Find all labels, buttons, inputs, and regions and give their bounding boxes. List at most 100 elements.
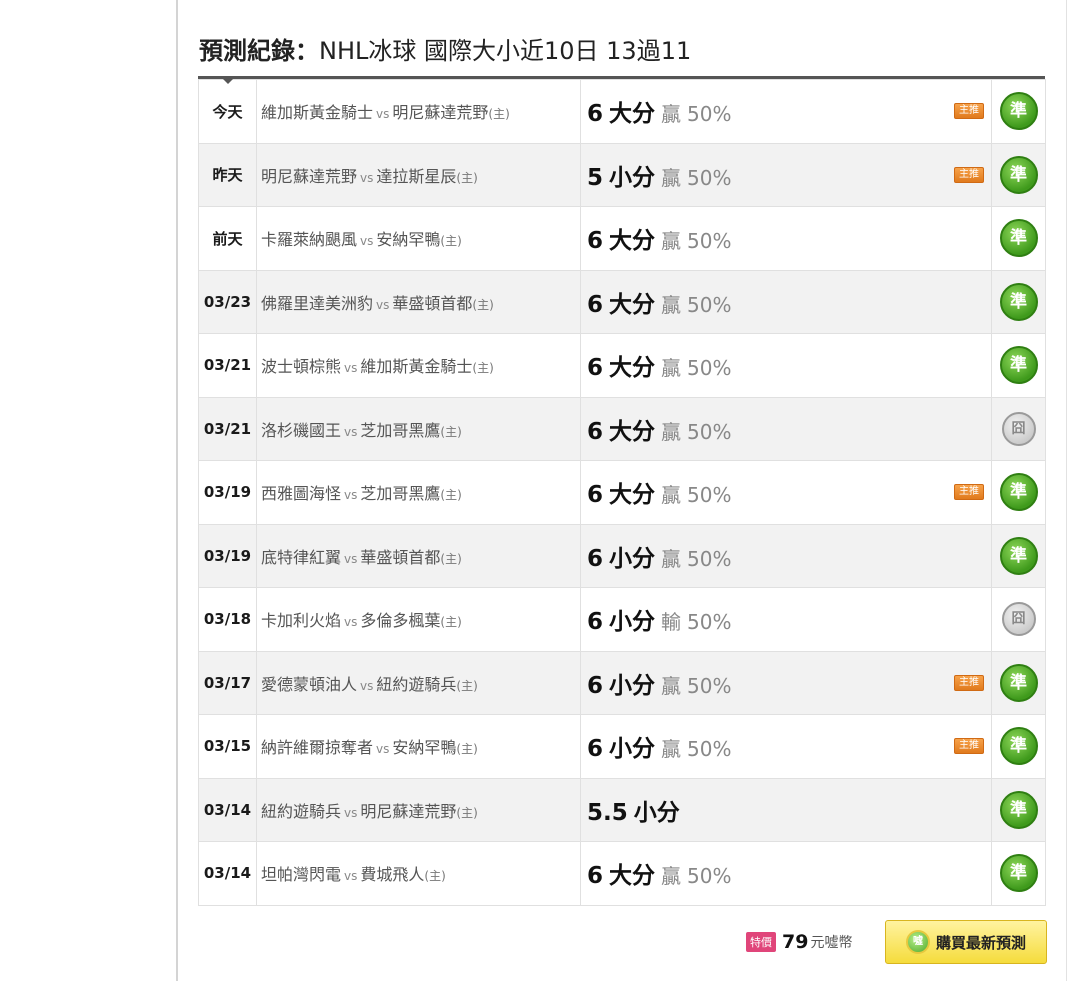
row-status: 準 — [991, 206, 1046, 271]
vs-label: vs — [344, 869, 358, 884]
title-detail: NHL冰球 國際大小近10日 13過11 — [319, 36, 692, 65]
row-pick: 6 小分贏 50% 主推 — [580, 714, 992, 779]
row-date: 前天 — [198, 206, 257, 271]
vs-label: vs — [376, 297, 390, 312]
table-row: 03/18 卡加利火焰 vs 多倫多楓葉(主) 6 小分輸 50% 囧 — [198, 587, 1046, 652]
row-pick: 6 小分輸 50% — [580, 587, 992, 652]
home-marker: (主) — [440, 424, 462, 439]
row-matchup[interactable]: 納許維爾掠奪者 vs 安納罕鴨(主) — [256, 714, 581, 779]
away-team: 紐約遊騎兵 — [261, 801, 342, 821]
pick-percent: 50% — [687, 864, 732, 889]
row-date: 03/21 — [198, 333, 257, 398]
home-marker: (主) — [440, 234, 462, 249]
row-matchup[interactable]: 佛羅里達美洲豹 vs 華盛頓首都(主) — [256, 269, 581, 334]
vs-label: vs — [376, 107, 390, 122]
table-row: 03/21 波士頓棕熊 vs 維加斯黃金騎士(主) 6 大分贏 50% 準 — [198, 333, 1046, 398]
row-status: 準 — [991, 79, 1046, 144]
table-row: 03/21 洛杉磯國王 vs 芝加哥黑鷹(主) 6 大分贏 50% 囧 — [198, 396, 1046, 461]
main-pick-badge: 主推 — [954, 103, 984, 120]
row-matchup[interactable]: 西雅圖海怪 vs 芝加哥黑鷹(主) — [256, 460, 581, 525]
away-team: 卡加利火焰 — [261, 611, 342, 631]
sale-badge: 特價 — [746, 932, 776, 952]
pick-direction: 大分 — [609, 228, 656, 255]
buy-latest-prediction-button[interactable]: 噓 購買最新預測 — [885, 920, 1047, 964]
home-team: 安納罕鴨 — [376, 230, 441, 250]
row-date: 03/18 — [198, 587, 257, 652]
row-status: 準 — [991, 650, 1046, 715]
pick-result: 輸 — [661, 610, 682, 635]
hit-icon: 準 — [999, 536, 1038, 575]
table-row: 03/23 佛羅里達美洲豹 vs 華盛頓首都(主) 6 大分贏 50% 準 — [198, 269, 1046, 334]
row-matchup[interactable]: 洛杉磯國王 vs 芝加哥黑鷹(主) — [256, 396, 581, 461]
coin-icon: 噓 — [905, 930, 930, 954]
away-team: 明尼蘇達荒野 — [261, 166, 358, 186]
pick-result: 贏 — [661, 356, 682, 381]
row-pick: 6 大分贏 50% 主推 — [580, 460, 992, 525]
home-team: 多倫多楓葉 — [360, 611, 441, 631]
vs-label: vs — [344, 361, 358, 376]
vs-label: vs — [360, 234, 374, 249]
hit-icon: 準 — [999, 663, 1038, 702]
vs-label: vs — [360, 170, 374, 185]
away-team: 卡羅萊納颶風 — [261, 230, 358, 250]
vs-label: vs — [376, 742, 390, 757]
hit-icon: 準 — [999, 155, 1038, 194]
pick-result: 贏 — [661, 229, 682, 254]
home-team: 芝加哥黑鷹 — [360, 420, 441, 440]
vs-label: vs — [344, 424, 358, 439]
pick-percent: 50% — [687, 483, 732, 508]
away-team: 愛德蒙頓油人 — [261, 674, 358, 694]
home-team: 維加斯黃金騎士 — [360, 357, 473, 377]
home-team: 明尼蘇達荒野 — [392, 103, 489, 123]
vs-label: vs — [344, 615, 358, 630]
row-matchup[interactable]: 維加斯黃金騎士 vs 明尼蘇達荒野(主) — [256, 79, 581, 144]
table-row: 今天 維加斯黃金騎士 vs 明尼蘇達荒野(主) 6 大分贏 50% 主推準 — [198, 79, 1046, 144]
row-date: 03/14 — [198, 841, 257, 906]
row-date: 昨天 — [198, 142, 257, 207]
home-marker: (主) — [472, 297, 494, 312]
price-currency: 元噓幣 — [810, 935, 853, 951]
pick-percent: 50% — [687, 610, 732, 635]
pick-line: 6 — [587, 672, 604, 699]
table-row: 03/19 底特律紅翼 vs 華盛頓首都(主) 6 小分贏 50% 準 — [198, 523, 1046, 588]
row-matchup[interactable]: 明尼蘇達荒野 vs 達拉斯星辰(主) — [256, 142, 581, 207]
row-pick: 5.5 小分 — [580, 777, 992, 842]
row-date: 03/17 — [198, 650, 257, 715]
home-marker: (主) — [424, 869, 446, 884]
pick-line: 6 — [587, 863, 604, 890]
row-matchup[interactable]: 紐約遊騎兵 vs 明尼蘇達荒野(主) — [256, 777, 581, 842]
prediction-table: 今天 維加斯黃金騎士 vs 明尼蘇達荒野(主) 6 大分贏 50% 主推準昨天 明尼蘇達荒野 vs… — [198, 79, 1046, 906]
row-pick: 6 大分贏 50% — [580, 396, 992, 461]
row-matchup[interactable]: 卡加利火焰 vs 多倫多楓葉(主) — [256, 587, 581, 652]
pick-percent: 50% — [687, 737, 732, 762]
pick-direction: 小分 — [609, 164, 656, 191]
row-matchup[interactable]: 底特律紅翼 vs 華盛頓首都(主) — [256, 523, 581, 588]
hit-icon: 準 — [999, 790, 1038, 829]
table-row: 03/19 西雅圖海怪 vs 芝加哥黑鷹(主) 6 大分贏 50% 主推準 — [198, 460, 1046, 525]
row-matchup[interactable]: 愛德蒙頓油人 vs 紐約遊騎兵(主) — [256, 650, 581, 715]
home-marker: (主) — [472, 361, 494, 376]
home-marker: (主) — [440, 488, 462, 503]
pick-line: 6 — [587, 291, 604, 318]
pick-percent: 50% — [687, 673, 732, 698]
pick-line: 6 — [587, 418, 604, 445]
row-status: 準 — [991, 523, 1046, 588]
hit-icon: 準 — [999, 854, 1038, 893]
pick-direction: 大分 — [609, 291, 656, 318]
pick-result: 贏 — [661, 419, 682, 444]
row-matchup[interactable]: 卡羅萊納颶風 vs 安納罕鴨(主) — [256, 206, 581, 271]
away-team: 西雅圖海怪 — [261, 484, 342, 504]
row-status: 準 — [991, 777, 1046, 842]
main-pick-badge: 主推 — [954, 738, 984, 755]
pick-percent: 50% — [687, 546, 732, 571]
pick-direction: 小分 — [609, 736, 656, 763]
pick-percent: 50% — [687, 229, 732, 254]
vs-label: vs — [344, 488, 358, 503]
row-matchup[interactable]: 波士頓棕熊 vs 維加斯黃金騎士(主) — [256, 333, 581, 398]
home-marker: (主) — [456, 742, 478, 757]
away-team: 維加斯黃金騎士 — [261, 103, 374, 123]
row-matchup[interactable]: 坦帕灣閃電 vs 費城飛人(主) — [256, 841, 581, 906]
row-date: 03/15 — [198, 714, 257, 779]
home-team: 達拉斯星辰 — [376, 166, 457, 186]
home-marker: (主) — [456, 170, 478, 185]
